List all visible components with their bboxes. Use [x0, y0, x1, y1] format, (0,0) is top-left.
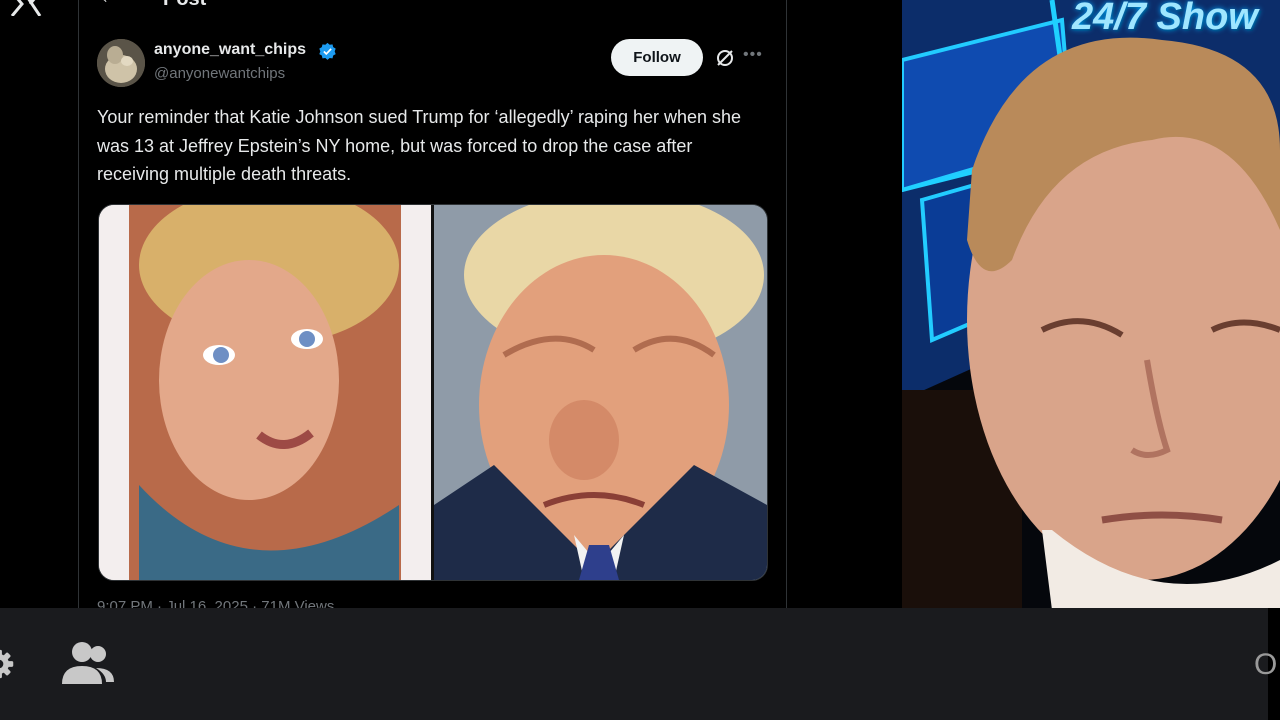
post-text: Your reminder that Katie Johnson sued Tr…	[97, 107, 742, 184]
follow-button[interactable]: Follow	[611, 39, 703, 76]
post-media[interactable]	[98, 204, 768, 581]
page-title: Post	[163, 0, 206, 11]
post-column: ← Post anyone_want_chips @anyonewantchip…	[78, 0, 787, 615]
partial-icon: O	[1254, 648, 1278, 681]
author-display-name[interactable]: anyone_want_chips	[154, 41, 306, 59]
back-arrow-icon[interactable]: ←	[99, 0, 119, 9]
webcam-feed	[902, 0, 1280, 610]
gear-icon[interactable]	[0, 640, 26, 688]
x-logo-icon[interactable]	[10, 0, 42, 16]
people-icon[interactable]	[58, 640, 116, 686]
avatar[interactable]	[97, 39, 145, 87]
bottom-toolbar	[0, 608, 1268, 720]
show-title-overlay: 24/7 Show	[1072, 0, 1258, 38]
media-image-left[interactable]	[99, 205, 431, 580]
media-image-right[interactable]	[434, 205, 767, 580]
more-icon[interactable]: •••	[743, 46, 765, 68]
author-handle[interactable]: @anyonewantchips	[154, 65, 285, 82]
verified-badge-icon	[319, 42, 336, 60]
grok-icon[interactable]	[715, 48, 735, 68]
